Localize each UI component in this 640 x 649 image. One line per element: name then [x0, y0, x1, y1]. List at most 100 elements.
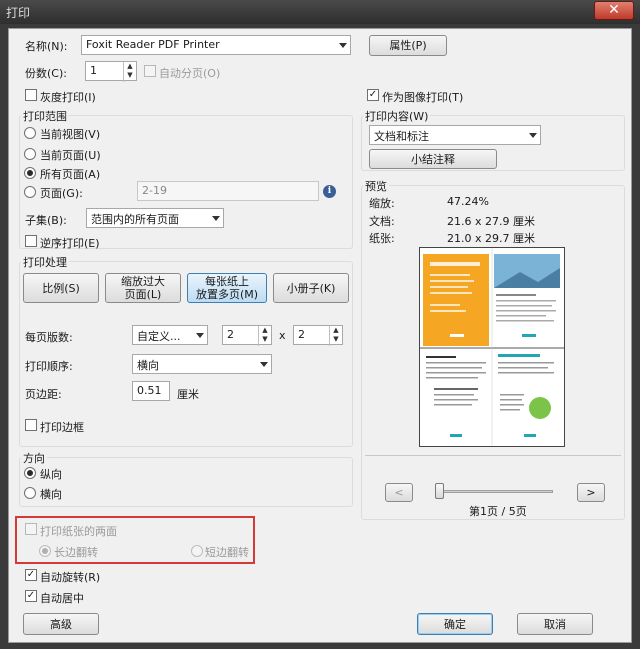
paper-size-label: 纸张:	[369, 230, 395, 246]
booklet-button[interactable]: 小册子(K)	[273, 273, 349, 303]
chevron-down-icon	[529, 133, 537, 138]
current-page-label: 当前页面(U)	[40, 147, 101, 163]
auto-center-checkbox[interactable]: ✓	[25, 590, 37, 602]
landscape-radio[interactable]	[24, 487, 36, 499]
properties-button[interactable]: 属性(P)	[369, 35, 447, 56]
print-as-image-checkbox[interactable]: ✓	[367, 89, 379, 101]
times-symbol: x	[279, 329, 286, 342]
thumb-cover	[423, 254, 489, 346]
paper-size-value: 21.0 x 29.7 厘米	[447, 230, 535, 246]
window-title: 打印	[6, 4, 30, 21]
thumb-chart	[529, 397, 551, 419]
pages-range-value: 2-19	[142, 184, 167, 197]
shrink-button-line1: 缩放过大	[121, 275, 165, 288]
rows-value: 2	[298, 328, 305, 341]
copies-input[interactable]: 1 ▲▼	[85, 61, 137, 81]
pages-label: 页面(G):	[40, 185, 83, 201]
print-content-title: 打印内容(W)	[363, 108, 430, 124]
multiple-pages-button[interactable]: 每张纸上 放置多页(M)	[187, 273, 267, 303]
copies-stepper[interactable]: ▲▼	[123, 62, 136, 82]
preview-thumbnail	[420, 248, 564, 446]
pages-per-sheet-value: 自定义...	[137, 330, 181, 343]
reverse-checkbox[interactable]	[25, 235, 37, 247]
subset-select[interactable]: 范围内的所有页面	[86, 208, 224, 228]
print-content-value: 文档和标注	[374, 130, 429, 143]
long-edge-radio[interactable]	[39, 545, 51, 557]
columns-input[interactable]: 2 ▲▼	[222, 325, 272, 345]
reverse-label: 逆序打印(E)	[40, 235, 100, 251]
current-page-radio[interactable]	[24, 148, 36, 160]
columns-stepper[interactable]: ▲▼	[258, 326, 271, 346]
preview-divider	[365, 455, 621, 456]
grayscale-label: 灰度打印(I)	[40, 89, 96, 105]
grayscale-checkbox[interactable]	[25, 89, 37, 101]
pages-radio[interactable]	[24, 186, 36, 198]
rows-stepper[interactable]: ▲▼	[329, 326, 342, 346]
current-view-radio[interactable]	[24, 127, 36, 139]
rows-input[interactable]: 2 ▲▼	[293, 325, 343, 345]
auto-center-label: 自动居中	[40, 590, 84, 606]
portrait-radio[interactable]	[24, 467, 36, 479]
cancel-button[interactable]: 取消	[517, 613, 593, 635]
margin-input[interactable]: 0.51	[132, 381, 170, 401]
chevron-down-icon	[260, 362, 268, 367]
all-pages-label: 所有页面(A)	[40, 166, 100, 182]
landscape-label: 横向	[40, 486, 62, 502]
margin-label: 页边距:	[25, 386, 62, 402]
multiple-button-line1: 每张纸上	[205, 275, 249, 288]
print-as-image-label: 作为图像打印(T)	[382, 89, 463, 105]
page-order-select[interactable]: 横向	[132, 354, 272, 374]
close-button[interactable]: ✕	[594, 1, 634, 20]
summarize-comments-button[interactable]: 小结注释	[369, 149, 497, 169]
collate-label: 自动分页(O)	[159, 65, 220, 81]
short-edge-radio[interactable]	[191, 545, 203, 557]
pages-per-sheet-select[interactable]: 自定义...	[132, 325, 208, 345]
printer-select[interactable]: Foxit Reader PDF Printer	[81, 35, 351, 55]
auto-rotate-label: 自动旋转(R)	[40, 569, 100, 585]
info-icon[interactable]: i	[323, 185, 336, 198]
advanced-button[interactable]: 高级	[23, 613, 99, 635]
document-size-value: 21.6 x 27.9 厘米	[447, 213, 535, 229]
orientation-title: 方向	[21, 450, 47, 466]
previous-page-button[interactable]: <	[385, 483, 413, 502]
print-border-checkbox[interactable]	[25, 419, 37, 431]
columns-value: 2	[227, 328, 234, 341]
collate-checkbox[interactable]	[144, 65, 156, 77]
zoom-label: 缩放:	[369, 195, 395, 211]
shrink-button-line2: 页面(L)	[125, 288, 162, 301]
ok-button[interactable]: 确定	[417, 613, 493, 635]
chevron-down-icon	[212, 216, 220, 221]
page-order-value: 横向	[137, 359, 159, 372]
page-slider-thumb[interactable]	[435, 483, 444, 499]
print-border-label: 打印边框	[40, 419, 84, 435]
preview-page	[419, 247, 565, 447]
print-range-title: 打印范围	[21, 108, 69, 124]
copies-label: 份数(C):	[25, 65, 67, 81]
subset-select-value: 范围内的所有页面	[91, 213, 179, 226]
all-pages-radio[interactable]	[24, 167, 36, 179]
auto-rotate-checkbox[interactable]: ✓	[25, 569, 37, 581]
long-edge-label: 长边翻转	[54, 544, 98, 560]
chevron-down-icon	[196, 333, 204, 338]
margin-unit: 厘米	[177, 386, 199, 402]
print-handling-title: 打印处理	[21, 254, 69, 270]
preview-title: 预览	[363, 178, 389, 194]
print-dialog: 打印 ✕ 名称(N): Foxit Reader PDF Printer 属性(…	[0, 0, 640, 649]
short-edge-label: 短边翻转	[205, 544, 249, 560]
scale-button[interactable]: 比例(S)	[23, 273, 99, 303]
page-slider-track[interactable]	[437, 490, 553, 493]
subset-label: 子集(B):	[25, 212, 67, 228]
printer-select-value: Foxit Reader PDF Printer	[86, 38, 220, 51]
pages-per-sheet-label: 每页版数:	[25, 329, 73, 345]
duplex-label: 打印纸张的两面	[40, 523, 117, 539]
orientation-group	[19, 457, 353, 507]
portrait-label: 纵向	[40, 466, 62, 482]
shrink-oversized-button[interactable]: 缩放过大 页面(L)	[105, 273, 181, 303]
page-order-label: 打印顺序:	[25, 358, 73, 374]
print-content-select[interactable]: 文档和标注	[369, 125, 541, 145]
next-page-button[interactable]: >	[577, 483, 605, 502]
title-bar: 打印 ✕	[0, 0, 640, 24]
chevron-down-icon	[339, 43, 347, 48]
duplex-checkbox[interactable]	[25, 523, 37, 535]
pages-range-input[interactable]: 2-19	[137, 181, 319, 201]
